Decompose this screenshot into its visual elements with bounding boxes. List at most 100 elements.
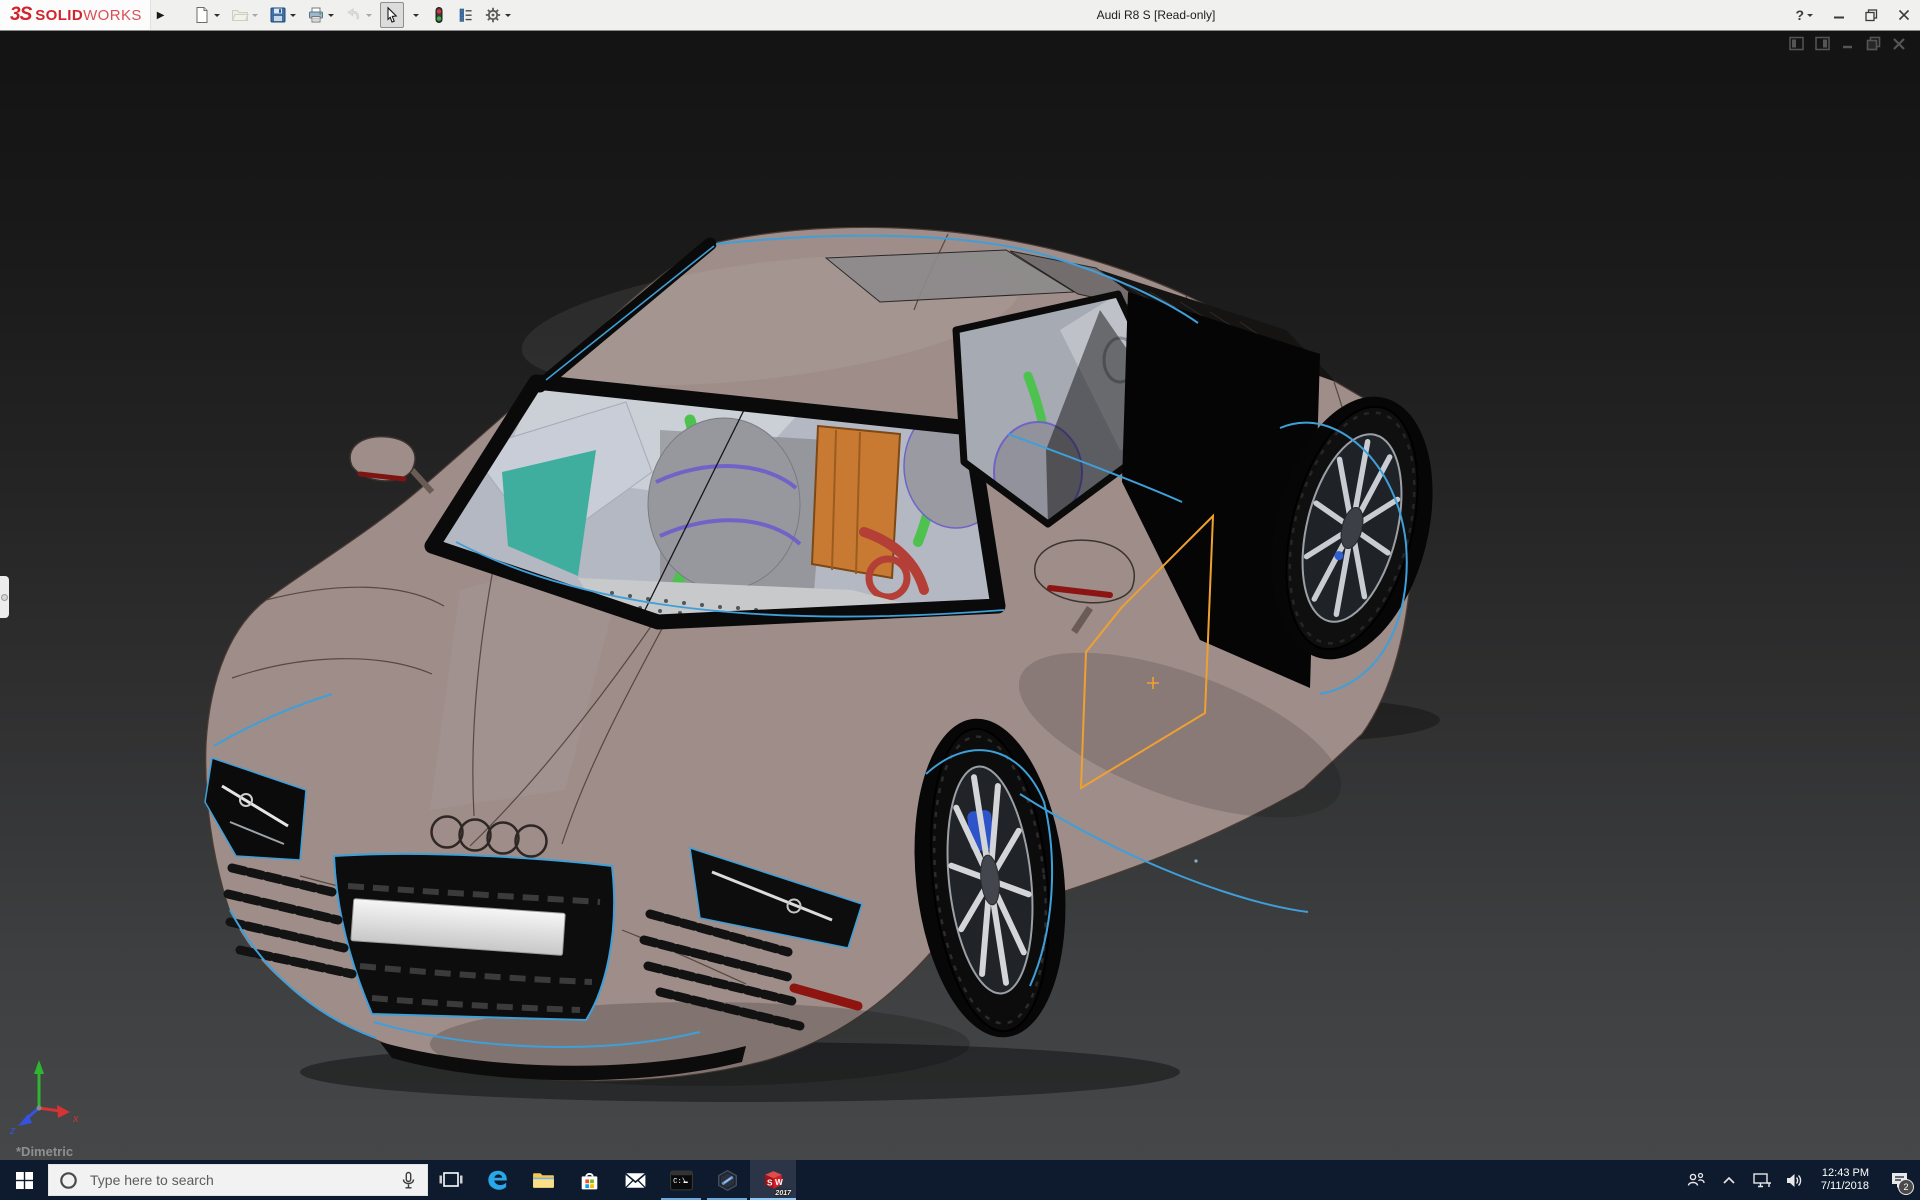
window-controls: ? (1795, 0, 1910, 30)
menu-flyout-arrow[interactable]: ▶ (157, 10, 165, 21)
network-icon[interactable] (1749, 1160, 1775, 1200)
restore-button[interactable] (1865, 9, 1878, 22)
microsoft-store-icon (577, 1168, 602, 1193)
x-axis-arrow (57, 1105, 70, 1118)
brand-name-bold: SOLID (35, 7, 83, 24)
taskbar-clock[interactable]: 12:43 PM 7/11/2018 (1815, 1167, 1875, 1193)
tab-knob-icon (1, 594, 8, 601)
search-input[interactable] (88, 1171, 400, 1189)
undo-button[interactable] (342, 2, 377, 28)
taskbar-3d-viewer-button[interactable] (704, 1160, 750, 1200)
people-icon[interactable] (1683, 1160, 1709, 1200)
graphics-viewport[interactable]: x z *Dimetric (0, 30, 1920, 1160)
x-axis-label: x (72, 1113, 79, 1125)
taskbar-file-explorer-button[interactable] (520, 1160, 566, 1200)
open-folder-icon (231, 6, 249, 24)
select-cursor-icon (383, 6, 401, 24)
doc-close-button[interactable] (1892, 37, 1906, 51)
sw-letter-s: S (767, 1177, 773, 1187)
sw-year-label: 2017 (775, 1190, 791, 1197)
doc-restore-button[interactable] (1866, 36, 1881, 51)
new-document-button[interactable] (190, 2, 225, 28)
restore-icon (1865, 9, 1878, 22)
z-axis-label: z (9, 1125, 16, 1137)
edge-browser-icon (485, 1168, 510, 1193)
print-button[interactable] (304, 2, 339, 28)
file-properties-button[interactable] (454, 2, 478, 28)
rebuild-stoplight-icon (430, 6, 448, 24)
print-icon (307, 6, 325, 24)
clock-date: 7/11/2018 (1821, 1180, 1869, 1193)
volume-icon[interactable] (1782, 1160, 1808, 1200)
minimize-button[interactable] (1833, 9, 1845, 21)
command-prompt-icon: C:\ (669, 1168, 694, 1193)
task-view-icon (439, 1170, 463, 1190)
chevron-down-icon[interactable] (290, 14, 296, 20)
dassault-logo-mark: 3S (10, 4, 31, 26)
file-properties-icon (457, 6, 475, 24)
sw-letter-w: W (774, 1176, 782, 1186)
brand-name-light: WORKS (83, 7, 142, 24)
vertex-point (1194, 859, 1197, 862)
notification-badge: 2 (1898, 1179, 1914, 1195)
chevron-up-icon[interactable] (1716, 1160, 1742, 1200)
solidworks-app-icon: S W (760, 1168, 787, 1193)
car-model (205, 227, 1458, 1086)
action-center-button[interactable]: 2 (1882, 1160, 1916, 1200)
file-explorer-icon (531, 1168, 556, 1193)
solidworks-window: 3S SOLID WORKS ▶ (0, 0, 1920, 1200)
save-button[interactable] (266, 2, 301, 28)
select-button[interactable] (380, 2, 404, 28)
chevron-down-icon[interactable] (413, 14, 419, 20)
chevron-down-icon[interactable] (1807, 14, 1813, 20)
cortana-circle-icon (59, 1171, 78, 1190)
system-tray: 12:43 PM 7/11/2018 2 (1683, 1160, 1920, 1200)
taskbar-solidworks-button[interactable]: S W 2017 (750, 1160, 796, 1200)
options-button[interactable] (481, 2, 516, 28)
microphone-icon[interactable] (400, 1171, 417, 1190)
chevron-down-icon[interactable] (505, 14, 511, 20)
taskbar-mail-button[interactable] (612, 1160, 658, 1200)
task-view-button[interactable] (428, 1160, 474, 1200)
chevron-down-icon[interactable] (366, 14, 372, 20)
reference-triad: x z (9, 1060, 79, 1137)
chevron-down-icon[interactable] (252, 14, 258, 20)
taskbar-command-prompt-button[interactable]: C:\ (658, 1160, 704, 1200)
titlebar: 3S SOLID WORKS ▶ (0, 0, 1920, 31)
start-button[interactable] (0, 1160, 48, 1200)
taskbar-search-box[interactable] (48, 1164, 428, 1196)
windows-taskbar: C:\ S W 2017 (0, 1160, 1920, 1200)
document-window-controls (1789, 36, 1906, 51)
open-button[interactable] (228, 2, 263, 28)
chevron-down-icon[interactable] (328, 14, 334, 20)
doc-minimize-button[interactable] (1841, 37, 1855, 51)
model-canvas: x z (0, 30, 1920, 1160)
taskbar-edge-button[interactable] (474, 1160, 520, 1200)
quick-access-toolbar (190, 2, 516, 28)
select-dropdown[interactable] (407, 2, 424, 28)
minimize-icon (1833, 9, 1845, 21)
solidworks-logo: 3S SOLID WORKS (0, 0, 151, 30)
windows-logo-icon (16, 1172, 33, 1189)
y-axis-arrow (34, 1060, 44, 1074)
view-orientation-label: *Dimetric (16, 1144, 73, 1159)
feature-tree-collapse-tab[interactable] (0, 576, 9, 618)
taskbar-store-button[interactable] (566, 1160, 612, 1200)
help-icon: ? (1795, 7, 1804, 23)
3d-viewer-hexagon-icon (715, 1168, 740, 1193)
front-grille (334, 854, 614, 1020)
save-floppy-icon (269, 6, 287, 24)
options-gear-icon (484, 6, 502, 24)
rebuild-button[interactable] (427, 2, 451, 28)
chevron-down-icon[interactable] (214, 14, 220, 20)
show-pane-right-icon[interactable] (1815, 36, 1830, 51)
help-button[interactable]: ? (1795, 7, 1813, 23)
mirror-left (350, 437, 432, 492)
mail-icon (623, 1168, 648, 1193)
new-document-icon (193, 6, 211, 24)
document-title: Audi R8 S [Read-only] (1097, 8, 1216, 22)
close-icon (1898, 9, 1910, 21)
clock-time: 12:43 PM (1821, 1167, 1869, 1180)
close-button[interactable] (1898, 9, 1910, 21)
show-pane-left-icon[interactable] (1789, 36, 1804, 51)
